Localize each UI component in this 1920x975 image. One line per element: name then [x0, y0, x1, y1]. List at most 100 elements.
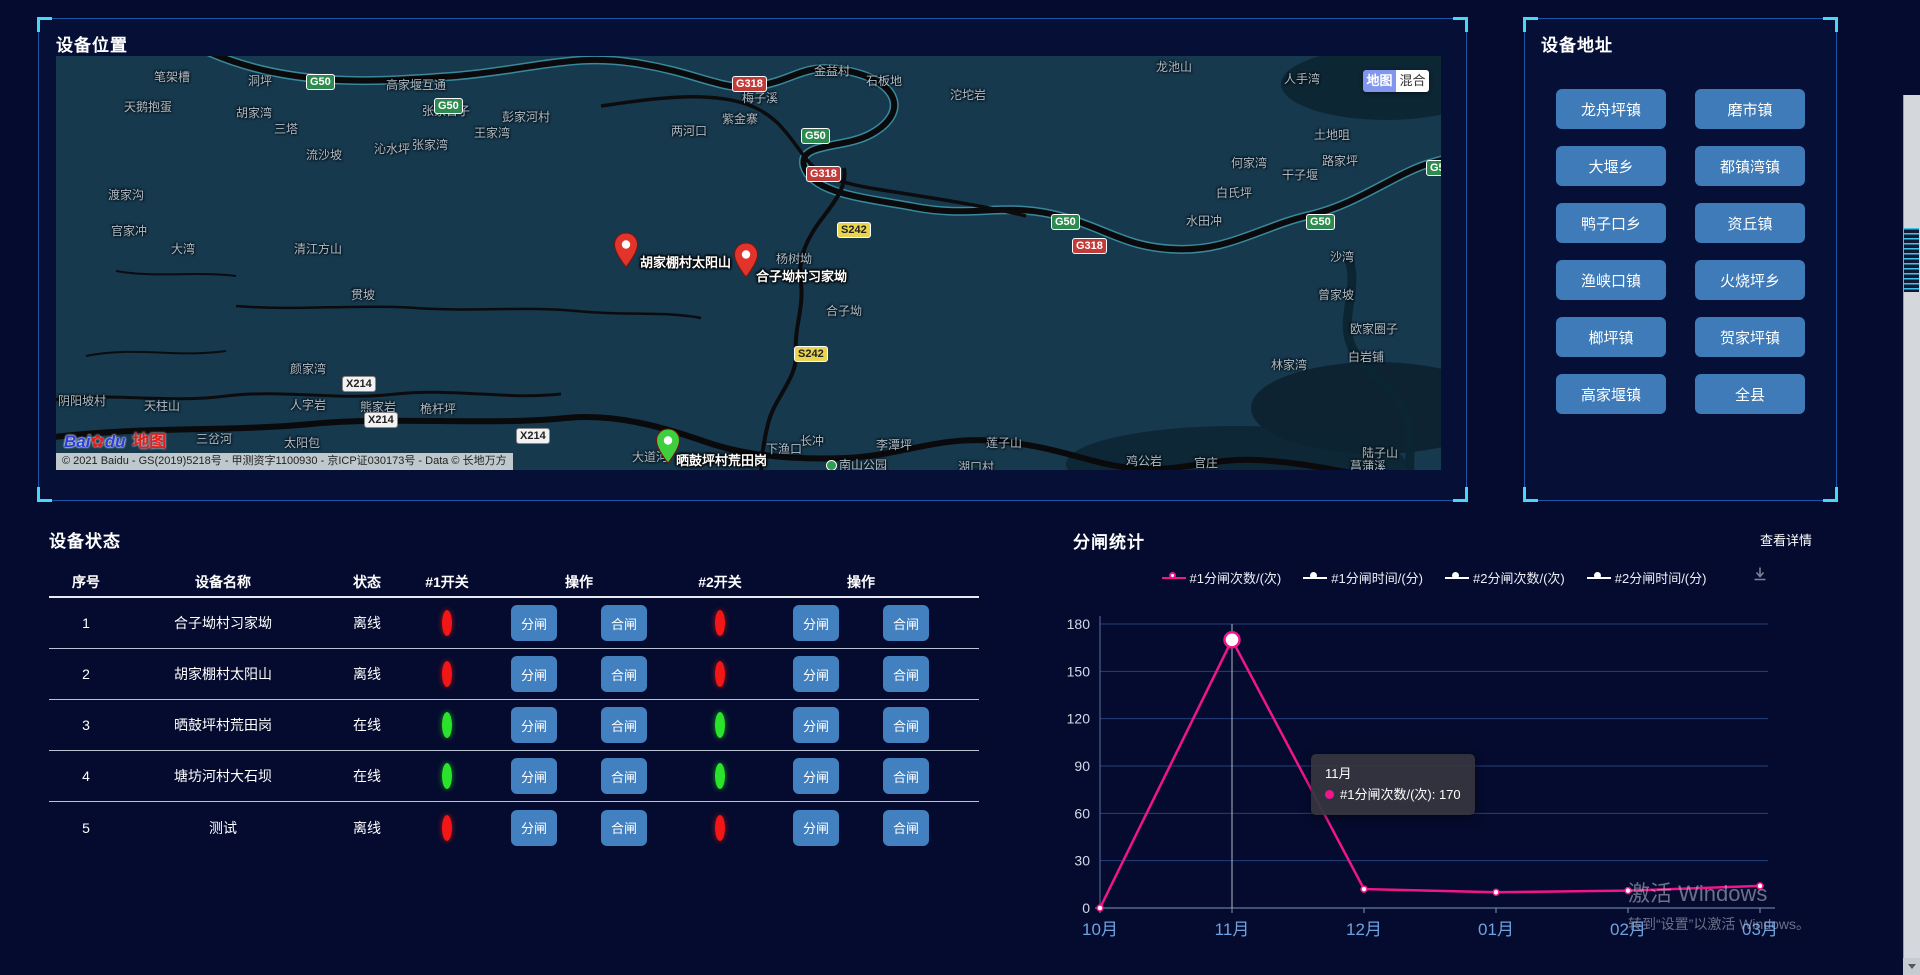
map-place-label: 天鹅抱蛋: [124, 98, 172, 115]
close-switch-button[interactable]: 合闸: [601, 707, 647, 743]
device-status-section: 设备状态 序号设备名称状态#1开关操作#2开关操作 1合子坳村习家坳离线分闸合闸…: [49, 527, 979, 853]
open-switch-button[interactable]: 分闸: [511, 810, 557, 846]
corner-decoration: [1523, 17, 1538, 32]
corner-decoration: [37, 487, 52, 502]
close-switch-button[interactable]: 合闸: [601, 810, 647, 846]
map-place-label: 土地咀: [1314, 126, 1350, 143]
baidu-map-text: 地图: [132, 432, 166, 451]
switch-cell: [675, 820, 765, 836]
address-button[interactable]: 榔坪镇: [1556, 317, 1666, 357]
close-switch-button[interactable]: 合闸: [883, 656, 929, 692]
map-place-label: 笔架槽: [154, 68, 190, 85]
address-button[interactable]: 高家堰镇: [1556, 374, 1666, 414]
map-place-label: 石板地: [866, 72, 902, 89]
device-address-panel: 设备地址 龙舟坪镇磨市镇大堰乡都镇湾镇鸭子口乡资丘镇渔峡口镇火烧坪乡榔坪镇贺家坪…: [1524, 18, 1837, 501]
operation-cell: 分闸 合闸: [483, 656, 675, 692]
address-button[interactable]: 全县: [1695, 374, 1805, 414]
open-switch-button[interactable]: 分闸: [793, 758, 839, 794]
view-details-link[interactable]: 查看详情: [1760, 530, 1812, 549]
map-pin-icon[interactable]: [613, 232, 639, 268]
tooltip-row: #1分闸次数/(次): 170: [1325, 784, 1461, 805]
map-pin-label: 胡家棚村太阳山: [640, 252, 731, 271]
legend-item[interactable]: #2分闸次数/(次): [1445, 568, 1565, 587]
address-button[interactable]: 资丘镇: [1695, 203, 1805, 243]
address-button[interactable]: 火烧坪乡: [1695, 260, 1805, 300]
open-switch-button[interactable]: 分闸: [793, 707, 839, 743]
legend-item[interactable]: #1分闸时间/(分): [1303, 568, 1423, 587]
close-switch-button[interactable]: 合闸: [883, 758, 929, 794]
device-status: 在线: [323, 715, 411, 735]
map-place-label: 太阳包: [284, 434, 320, 451]
address-button[interactable]: 渔峡口镇: [1556, 260, 1666, 300]
map-place-label: 白岩铺: [1348, 348, 1384, 365]
switch-cell: [675, 615, 765, 631]
switch-cell: [411, 820, 483, 836]
switch-cell: [411, 615, 483, 631]
address-button[interactable]: 龙舟坪镇: [1556, 89, 1666, 129]
map-place-label: 何家湾: [1231, 154, 1267, 171]
map-place-label: 沙湾: [1330, 248, 1354, 265]
baidu-map[interactable]: 笔架槽洞坪天鹅抱蛋胡家湾高家堰互通梅子溪紫金寨金益村石板地沱坨岩张家台子彭家河村…: [56, 56, 1441, 470]
open-switch-button[interactable]: 分闸: [793, 656, 839, 692]
road-shield: S242: [837, 222, 871, 238]
close-switch-button[interactable]: 合闸: [601, 758, 647, 794]
close-switch-button[interactable]: 合闸: [601, 656, 647, 692]
map-place-label: 白氏坪: [1216, 184, 1252, 201]
open-switch-button[interactable]: 分闸: [511, 656, 557, 692]
close-switch-button[interactable]: 合闸: [883, 707, 929, 743]
address-button[interactable]: 磨市镇: [1695, 89, 1805, 129]
panel-title-device-status: 设备状态: [49, 527, 979, 552]
map-place-label: 人手湾: [1284, 70, 1320, 87]
device-table-header: 序号设备名称状态#1开关操作#2开关操作: [49, 568, 979, 598]
close-switch-button[interactable]: 合闸: [883, 810, 929, 846]
map-place-label: 李潭坪: [876, 436, 912, 453]
address-button[interactable]: 贺家坪镇: [1695, 317, 1805, 357]
table-row: 5测试离线分闸合闸分闸合闸: [49, 802, 979, 853]
switch-indicator-red: [442, 661, 452, 687]
map-type-option[interactable]: 地图: [1363, 70, 1396, 92]
scrollbar-down-arrow[interactable]: [1903, 958, 1920, 975]
map-type-control[interactable]: 地图混合: [1363, 70, 1429, 92]
map-place-label: 干子堰: [1282, 166, 1318, 183]
open-switch-button[interactable]: 分闸: [511, 758, 557, 794]
close-switch-button[interactable]: 合闸: [601, 605, 647, 641]
table-column-header: #1开关: [411, 572, 483, 592]
legend-label: #1分闸时间/(分): [1331, 568, 1423, 587]
address-button[interactable]: 鸭子口乡: [1556, 203, 1666, 243]
legend-item[interactable]: #1分闸次数/(次): [1162, 568, 1282, 587]
switch-indicator-red: [442, 610, 452, 636]
svg-text:02月: 02月: [1610, 920, 1646, 939]
svg-text:60: 60: [1074, 805, 1090, 821]
page-scrollbar[interactable]: [1903, 0, 1920, 975]
device-name: 塘坊河村大石坝: [123, 766, 323, 786]
svg-text:03月: 03月: [1742, 920, 1778, 939]
tooltip-series-dot: [1325, 790, 1334, 799]
address-button[interactable]: 大堰乡: [1556, 146, 1666, 186]
scrollbar-track[interactable]: [1903, 95, 1920, 975]
map-pin-label: 合子坳村习家坳: [756, 266, 847, 285]
switch-indicator-green: [442, 763, 452, 789]
switch-indicator-green: [715, 712, 725, 738]
map-place-label: 彭家河村: [502, 108, 550, 125]
map-pin-label: 晒鼓坪村荒田岗: [676, 450, 767, 469]
map-place-label: 南山公园: [826, 456, 887, 470]
legend-label: #2分闸次数/(次): [1473, 568, 1565, 587]
svg-text:12月: 12月: [1346, 920, 1382, 939]
legend-item[interactable]: #2分闸时间/(分): [1587, 568, 1707, 587]
svg-text:11月: 11月: [1215, 920, 1250, 939]
map-type-option[interactable]: 混合: [1396, 70, 1429, 92]
device-no: 3: [49, 717, 123, 733]
open-switch-button[interactable]: 分闸: [511, 707, 557, 743]
open-switch-button[interactable]: 分闸: [793, 605, 839, 641]
road-shield: X214: [342, 376, 376, 392]
open-switch-button[interactable]: 分闸: [511, 605, 557, 641]
open-switch-button[interactable]: 分闸: [793, 810, 839, 846]
device-status: 离线: [323, 818, 411, 838]
address-button[interactable]: 都镇湾镇: [1695, 146, 1805, 186]
close-switch-button[interactable]: 合闸: [883, 605, 929, 641]
operation-cell: 分闸 合闸: [483, 810, 675, 846]
scrollbar-thumb[interactable]: [1904, 228, 1919, 292]
map-place-label: 阴阳坡村: [58, 392, 106, 409]
operation-cell: 分闸 合闸: [483, 605, 675, 641]
svg-text:0: 0: [1082, 900, 1090, 916]
